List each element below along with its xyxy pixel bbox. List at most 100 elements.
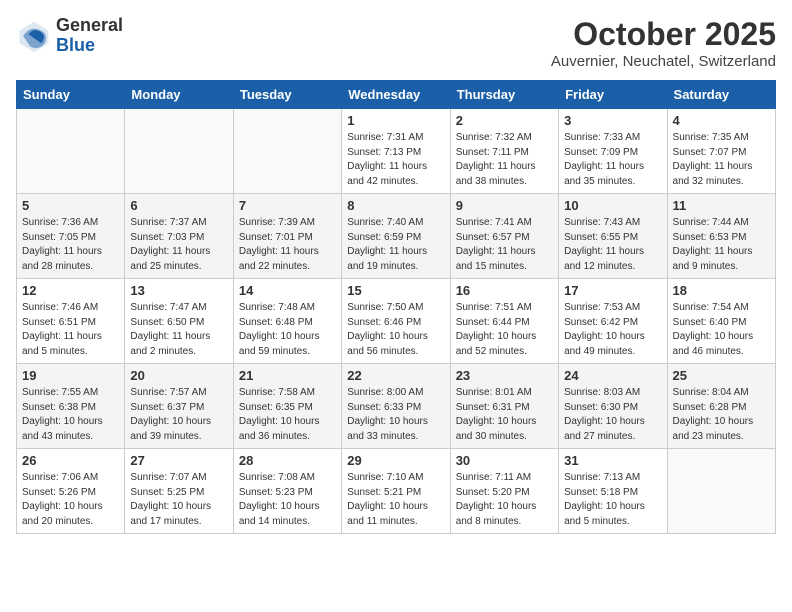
day-number: 3 (564, 113, 661, 128)
day-number: 4 (673, 113, 770, 128)
day-info: Sunrise: 7:11 AM Sunset: 5:20 PM Dayligh… (456, 471, 553, 529)
day-number: 18 (673, 283, 770, 298)
weekday-header-tuesday: Tuesday (233, 81, 341, 109)
week-row-4: 19 Sunrise: 7:55 AM Sunset: 6:38 PM Dayli… (17, 364, 776, 449)
day-number: 13 (130, 283, 227, 298)
day-info: Sunrise: 8:00 AM Sunset: 6:33 PM Dayligh… (347, 386, 444, 444)
calendar-cell: 4 Sunrise: 7:35 AM Sunset: 7:07 PM Daylig… (667, 109, 775, 194)
day-info: Sunrise: 7:48 AM Sunset: 6:48 PM Dayligh… (239, 301, 336, 359)
calendar-cell: 1 Sunrise: 7:31 AM Sunset: 7:13 PM Daylig… (342, 109, 450, 194)
day-info: Sunrise: 7:07 AM Sunset: 5:25 PM Dayligh… (130, 471, 227, 529)
location: Auvernier, Neuchatel, Switzerland (551, 53, 776, 70)
logo-text: General Blue (56, 16, 123, 56)
day-info: Sunrise: 8:04 AM Sunset: 6:28 PM Dayligh… (673, 386, 770, 444)
day-info: Sunrise: 7:39 AM Sunset: 7:01 PM Dayligh… (239, 216, 336, 274)
day-info: Sunrise: 7:33 AM Sunset: 7:09 PM Dayligh… (564, 131, 661, 189)
day-info: Sunrise: 7:54 AM Sunset: 6:40 PM Dayligh… (673, 301, 770, 359)
calendar-cell: 18 Sunrise: 7:54 AM Sunset: 6:40 PM Dayli… (667, 279, 775, 364)
day-info: Sunrise: 7:37 AM Sunset: 7:03 PM Dayligh… (130, 216, 227, 274)
day-info: Sunrise: 7:40 AM Sunset: 6:59 PM Dayligh… (347, 216, 444, 274)
calendar-cell: 21 Sunrise: 7:58 AM Sunset: 6:35 PM Dayli… (233, 364, 341, 449)
calendar-cell: 6Sunrise: 7:37 AM Sunset: 7:03 PM Daylig… (125, 194, 233, 279)
calendar-cell: 12 Sunrise: 7:46 AM Sunset: 6:51 PM Dayli… (17, 279, 125, 364)
day-number: 10 (564, 198, 661, 213)
day-info: Sunrise: 7:35 AM Sunset: 7:07 PM Dayligh… (673, 131, 770, 189)
logo-general-text: General (56, 16, 123, 36)
day-number: 7 (239, 198, 336, 213)
day-info: Sunrise: 7:55 AM Sunset: 6:38 PM Dayligh… (22, 386, 119, 444)
page-header: General Blue October 2025 Auvernier, Neu… (16, 16, 776, 70)
day-number: 26 (22, 453, 119, 468)
day-number: 30 (456, 453, 553, 468)
month-title: October 2025 (551, 16, 776, 53)
day-number: 16 (456, 283, 553, 298)
day-number: 12 (22, 283, 119, 298)
calendar-cell: 3 Sunrise: 7:33 AM Sunset: 7:09 PM Daylig… (559, 109, 667, 194)
calendar-cell: 17Sunrise: 7:53 AM Sunset: 6:42 PM Dayli… (559, 279, 667, 364)
day-info: Sunrise: 7:57 AM Sunset: 6:37 PM Dayligh… (130, 386, 227, 444)
day-number: 25 (673, 368, 770, 383)
logo-blue-text: Blue (56, 36, 123, 56)
weekday-header-row: SundayMondayTuesdayWednesdayThursdayFrid… (17, 81, 776, 109)
day-number: 23 (456, 368, 553, 383)
day-number: 28 (239, 453, 336, 468)
day-number: 15 (347, 283, 444, 298)
day-info: Sunrise: 7:10 AM Sunset: 5:21 PM Dayligh… (347, 471, 444, 529)
calendar-cell: 10 Sunrise: 7:43 AM Sunset: 6:55 PM Dayli… (559, 194, 667, 279)
day-number: 1 (347, 113, 444, 128)
calendar-cell: 2 Sunrise: 7:32 AM Sunset: 7:11 PM Daylig… (450, 109, 558, 194)
day-number: 11 (673, 198, 770, 213)
calendar-cell: 9Sunrise: 7:41 AM Sunset: 6:57 PM Daylig… (450, 194, 558, 279)
day-info: Sunrise: 7:46 AM Sunset: 6:51 PM Dayligh… (22, 301, 119, 359)
calendar-cell: 8 Sunrise: 7:40 AM Sunset: 6:59 PM Daylig… (342, 194, 450, 279)
day-number: 19 (22, 368, 119, 383)
calendar-cell (667, 449, 775, 534)
calendar-cell: 16Sunrise: 7:51 AM Sunset: 6:44 PM Dayli… (450, 279, 558, 364)
day-number: 17 (564, 283, 661, 298)
day-number: 8 (347, 198, 444, 213)
weekday-header-monday: Monday (125, 81, 233, 109)
calendar-cell: 26Sunrise: 7:06 AM Sunset: 5:26 PM Dayli… (17, 449, 125, 534)
day-number: 22 (347, 368, 444, 383)
day-info: Sunrise: 7:47 AM Sunset: 6:50 PM Dayligh… (130, 301, 227, 359)
day-info: Sunrise: 7:58 AM Sunset: 6:35 PM Dayligh… (239, 386, 336, 444)
week-row-1: 1 Sunrise: 7:31 AM Sunset: 7:13 PM Daylig… (17, 109, 776, 194)
calendar-cell: 7 Sunrise: 7:39 AM Sunset: 7:01 PM Daylig… (233, 194, 341, 279)
calendar-cell (233, 109, 341, 194)
calendar-cell: 23Sunrise: 8:01 AM Sunset: 6:31 PM Dayli… (450, 364, 558, 449)
day-info: Sunrise: 8:03 AM Sunset: 6:30 PM Dayligh… (564, 386, 661, 444)
calendar-table: SundayMondayTuesdayWednesdayThursdayFrid… (16, 80, 776, 534)
calendar-cell: 27Sunrise: 7:07 AM Sunset: 5:25 PM Dayli… (125, 449, 233, 534)
day-number: 24 (564, 368, 661, 383)
calendar-cell: 20Sunrise: 7:57 AM Sunset: 6:37 PM Dayli… (125, 364, 233, 449)
calendar-cell: 28 Sunrise: 7:08 AM Sunset: 5:23 PM Dayli… (233, 449, 341, 534)
calendar-cell: 31 Sunrise: 7:13 AM Sunset: 5:18 PM Dayli… (559, 449, 667, 534)
day-info: Sunrise: 7:41 AM Sunset: 6:57 PM Dayligh… (456, 216, 553, 274)
day-info: Sunrise: 7:50 AM Sunset: 6:46 PM Dayligh… (347, 301, 444, 359)
week-row-2: 5 Sunrise: 7:36 AM Sunset: 7:05 PM Daylig… (17, 194, 776, 279)
weekday-header-thursday: Thursday (450, 81, 558, 109)
day-number: 5 (22, 198, 119, 213)
weekday-header-friday: Friday (559, 81, 667, 109)
calendar-cell: 15 Sunrise: 7:50 AM Sunset: 6:46 PM Dayli… (342, 279, 450, 364)
day-number: 14 (239, 283, 336, 298)
day-info: Sunrise: 7:36 AM Sunset: 7:05 PM Dayligh… (22, 216, 119, 274)
day-number: 21 (239, 368, 336, 383)
weekday-header-sunday: Sunday (17, 81, 125, 109)
day-info: Sunrise: 7:32 AM Sunset: 7:11 PM Dayligh… (456, 131, 553, 189)
logo: General Blue (16, 16, 123, 56)
calendar-cell (17, 109, 125, 194)
day-info: Sunrise: 7:13 AM Sunset: 5:18 PM Dayligh… (564, 471, 661, 529)
calendar-cell: 13 Sunrise: 7:47 AM Sunset: 6:50 PM Dayli… (125, 279, 233, 364)
day-info: Sunrise: 7:43 AM Sunset: 6:55 PM Dayligh… (564, 216, 661, 274)
title-block: October 2025 Auvernier, Neuchatel, Switz… (551, 16, 776, 70)
week-row-5: 26Sunrise: 7:06 AM Sunset: 5:26 PM Dayli… (17, 449, 776, 534)
day-number: 31 (564, 453, 661, 468)
week-row-3: 12 Sunrise: 7:46 AM Sunset: 6:51 PM Dayli… (17, 279, 776, 364)
day-info: Sunrise: 7:31 AM Sunset: 7:13 PM Dayligh… (347, 131, 444, 189)
day-number: 2 (456, 113, 553, 128)
calendar-cell: 25 Sunrise: 8:04 AM Sunset: 6:28 PM Dayli… (667, 364, 775, 449)
day-info: Sunrise: 7:08 AM Sunset: 5:23 PM Dayligh… (239, 471, 336, 529)
day-info: Sunrise: 7:44 AM Sunset: 6:53 PM Dayligh… (673, 216, 770, 274)
calendar-cell: 24 Sunrise: 8:03 AM Sunset: 6:30 PM Dayli… (559, 364, 667, 449)
